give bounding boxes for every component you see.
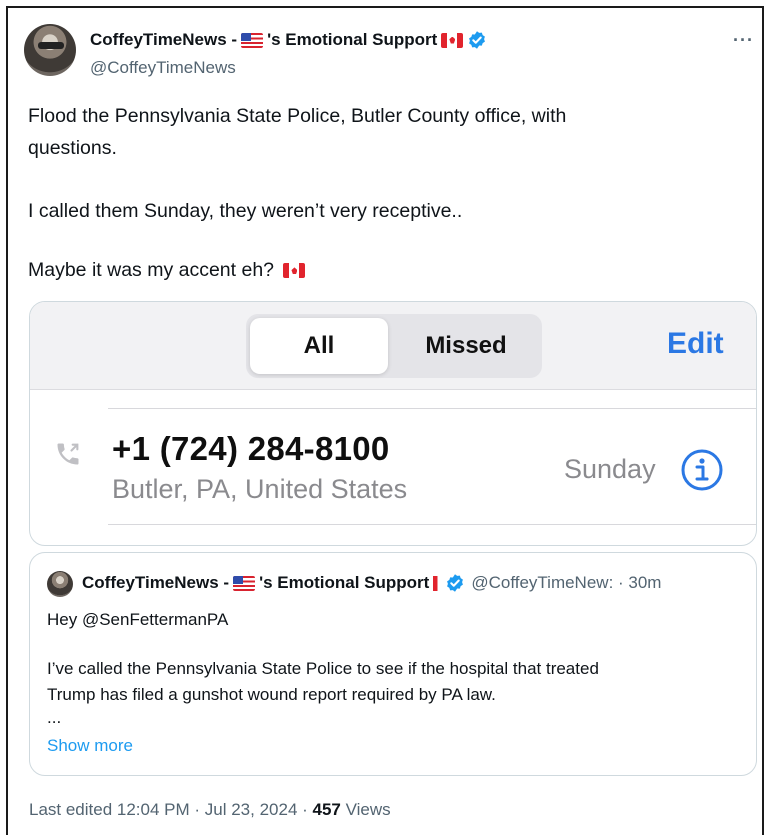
phone-number: +1 (724) 284-8100	[112, 430, 390, 467]
quoted-tweet-header: CoffeyTimeNews - 's Emotional Support @C…	[82, 573, 747, 593]
call-log-image[interactable]: All Missed Edit +1 (724) 284-8100 Butler…	[29, 301, 757, 546]
tweet-meta: Last edited 12:04 PM · Jul 23, 2024 · 45…	[29, 800, 391, 820]
us-flag-icon	[241, 32, 264, 48]
tweet-text-line-4: Maybe it was my accent eh?	[28, 255, 306, 285]
call-day: Sunday	[564, 454, 656, 484]
canada-flag-icon	[441, 32, 464, 48]
author-name-suffix: 's Emotional Support	[267, 30, 438, 49]
canada-flag-icon	[433, 575, 442, 591]
views-count: 457	[312, 800, 341, 819]
quoted-author-name-suffix: 's Emotional Support	[259, 573, 430, 592]
verified-badge-icon	[447, 574, 464, 592]
last-edited-text[interactable]: Last edited 12:04 PM · Jul 23, 2024 ·	[29, 800, 313, 819]
author-handle[interactable]: @CoffeyTimeNews	[90, 58, 236, 78]
tab-missed: Missed	[425, 332, 507, 359]
canada-flag-icon	[283, 263, 306, 279]
divider-top	[108, 408, 756, 409]
author-name-row[interactable]: CoffeyTimeNews - 's Emotional Support	[90, 30, 487, 50]
quoted-text-line-3: Trump has filed a gunshot wound report r…	[47, 685, 496, 704]
quoted-text-ellipsis: ...	[47, 708, 62, 727]
show-more-link[interactable]: Show more	[47, 736, 133, 756]
avatar-glasses	[38, 42, 64, 49]
more-options-icon[interactable]: ···	[733, 30, 754, 51]
author-avatar[interactable]	[24, 24, 76, 76]
outgoing-call-icon	[57, 443, 79, 465]
quoted-author-name-prefix: CoffeyTimeNews -	[82, 573, 230, 592]
quoted-text-line-2: I’ve called the Pennsylvania State Polic…	[47, 659, 599, 678]
quoted-handle-time: @CoffeyTimeNew: · 30m	[471, 573, 662, 592]
call-log-toolbar: All Missed Edit	[30, 302, 756, 390]
tweet-text-line-4-text: Maybe it was my accent eh?	[28, 259, 275, 281]
divider-bottom	[108, 524, 756, 525]
tweet-text-line-2: questions.	[28, 137, 117, 159]
author-name-prefix: CoffeyTimeNews -	[90, 30, 238, 49]
tab-all: All	[250, 318, 388, 374]
call-location: Butler, PA, United States	[112, 474, 408, 504]
quoted-author-avatar	[47, 571, 73, 597]
views-label: Views	[340, 800, 391, 819]
verified-badge-icon	[469, 31, 486, 49]
edit-button: Edit	[667, 327, 724, 360]
tweet-text-line-3: I called them Sunday, they weren’t very …	[28, 200, 463, 222]
tweet-text-line-1: Flood the Pennsylvania State Police, But…	[28, 105, 567, 127]
call-filter-segmented-control: All Missed	[246, 314, 542, 378]
quoted-text-line-1: Hey @SenFettermanPA	[47, 610, 229, 629]
quoted-tweet[interactable]: CoffeyTimeNews - 's Emotional Support @C…	[29, 552, 757, 776]
info-icon	[681, 449, 723, 491]
us-flag-icon	[233, 575, 256, 591]
